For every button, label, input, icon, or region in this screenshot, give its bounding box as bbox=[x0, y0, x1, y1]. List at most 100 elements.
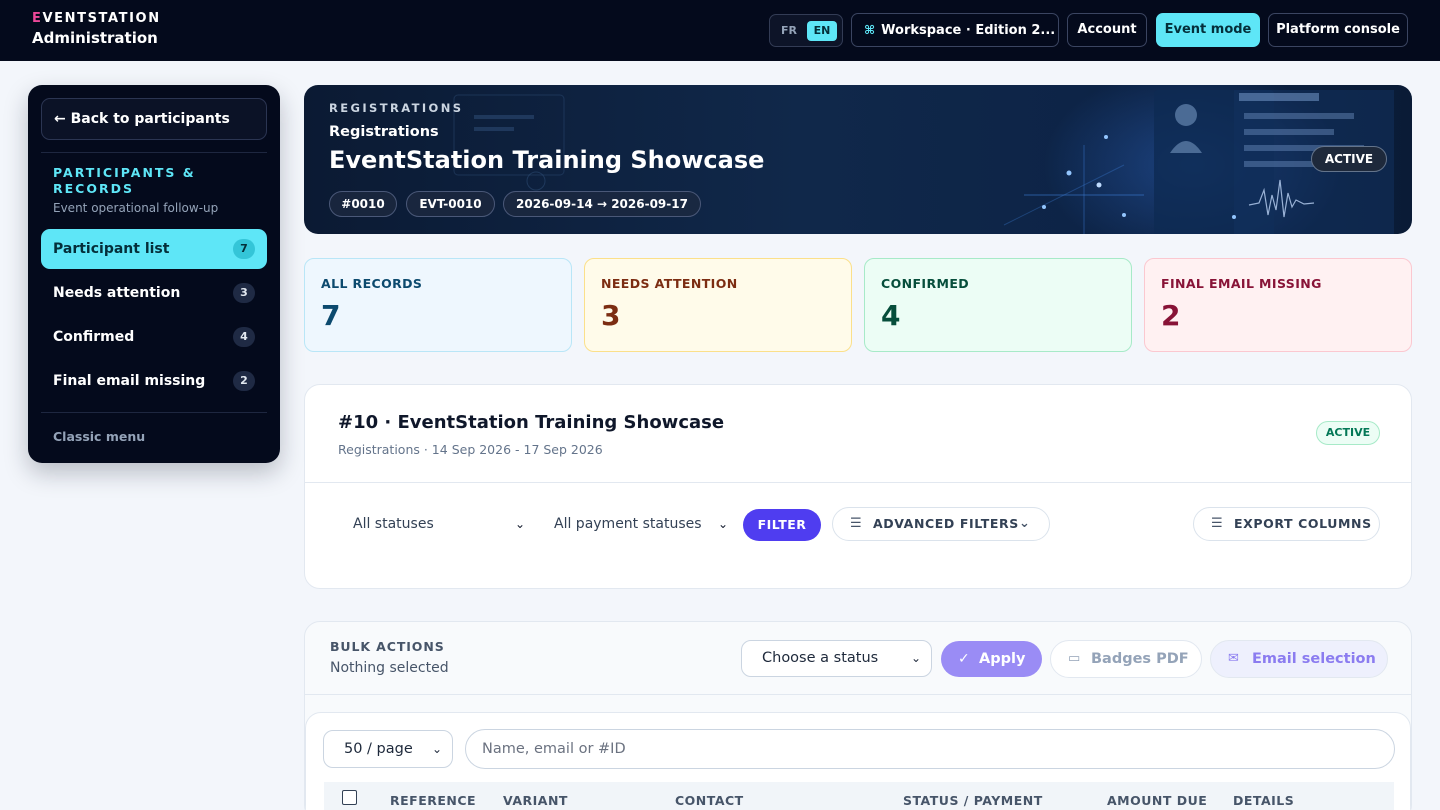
stat-card-final-email-missing[interactable]: FINAL EMAIL MISSING 2 bbox=[1144, 258, 1412, 352]
stat-value: 4 bbox=[881, 299, 901, 332]
account-button[interactable]: Account bbox=[1067, 13, 1147, 47]
advanced-filters-button[interactable]: ☰ ADVANCED FILTERS ⌄ bbox=[832, 507, 1050, 541]
badge-icon: ▭ bbox=[1068, 651, 1081, 666]
brand[interactable]: EVENTSTATION Administration bbox=[32, 11, 161, 49]
sidebar-item-count: 3 bbox=[233, 283, 255, 303]
column-header-amount-due[interactable]: AMOUNT DUE bbox=[1107, 793, 1207, 808]
event-dates-chip: 2026-09-14 → 2026-09-17 bbox=[503, 191, 701, 217]
advanced-filters-label: ADVANCED FILTERS bbox=[873, 516, 1019, 531]
chevron-down-icon: ⌄ bbox=[910, 651, 921, 665]
sidebar-item-label: Confirmed bbox=[53, 329, 135, 345]
per-page-select[interactable]: 50 / page ⌄ bbox=[323, 730, 453, 768]
email-selection-label: Email selection bbox=[1252, 651, 1376, 667]
export-columns-label: EXPORT COLUMNS bbox=[1234, 516, 1372, 531]
classic-menu-link[interactable]: Classic menu bbox=[53, 429, 145, 444]
column-header-reference[interactable]: REFERENCE bbox=[390, 793, 476, 808]
status-select[interactable]: All statuses ⌄ bbox=[353, 511, 525, 537]
lang-fr-button[interactable]: FR bbox=[778, 21, 800, 41]
badges-pdf-button[interactable]: ▭ Badges PDF bbox=[1050, 640, 1202, 678]
back-label: Back to participants bbox=[70, 111, 230, 127]
arrow-left-icon: ← bbox=[54, 111, 66, 127]
column-header-details[interactable]: DETAILS bbox=[1233, 793, 1294, 808]
brand-subtitle: Administration bbox=[32, 29, 158, 47]
sidebar-item-count: 2 bbox=[233, 371, 255, 391]
column-header-contact[interactable]: CONTACT bbox=[675, 793, 744, 808]
workspace-button[interactable]: ⌘ Workspace · Edition 2... bbox=[851, 13, 1059, 47]
stat-label: NEEDS ATTENTION bbox=[601, 276, 738, 291]
command-icon: ⌘ bbox=[864, 23, 876, 37]
event-active-badge: ACTIVE bbox=[1316, 421, 1380, 445]
stat-label: CONFIRMED bbox=[881, 276, 970, 291]
sidebar-item-participant-list[interactable]: Participant list 7 bbox=[41, 229, 267, 269]
lang-en-button[interactable]: EN bbox=[807, 21, 837, 41]
bulk-status-value: Choose a status bbox=[762, 650, 879, 666]
stat-label: FINAL EMAIL MISSING bbox=[1161, 276, 1322, 291]
sidebar-item-needs-attention[interactable]: Needs attention 3 bbox=[41, 273, 267, 313]
stat-card-all-records[interactable]: ALL RECORDS 7 bbox=[304, 258, 572, 352]
bulk-divider bbox=[305, 694, 1411, 695]
mail-icon: ✉ bbox=[1228, 651, 1239, 666]
brand-logo: EVENTSTATION bbox=[32, 11, 161, 26]
event-code-chip: EVT-0010 bbox=[406, 191, 495, 217]
event-panel-title: #10 · EventStation Training Showcase bbox=[338, 412, 725, 433]
bulk-actions-title: BULK ACTIONS bbox=[330, 639, 445, 654]
per-page-value: 50 / page bbox=[344, 741, 413, 757]
workspace-label: Workspace · Edition 2... bbox=[881, 23, 1056, 38]
sidebar-item-final-email-missing[interactable]: Final email missing 2 bbox=[41, 361, 267, 401]
column-header-status-payment[interactable]: STATUS / PAYMENT bbox=[903, 793, 1043, 808]
sidebar-section-subtitle: Event operational follow-up bbox=[53, 201, 219, 215]
event-title: EventStation Training Showcase bbox=[329, 146, 765, 174]
sidebar-item-label: Needs attention bbox=[53, 285, 181, 301]
stat-card-needs-attention[interactable]: NEEDS ATTENTION 3 bbox=[584, 258, 852, 352]
sliders-icon: ☰ bbox=[850, 516, 863, 531]
sidebar-divider bbox=[41, 152, 267, 153]
event-status-badge: ACTIVE bbox=[1311, 146, 1387, 172]
stat-value: 7 bbox=[321, 299, 341, 332]
sidebar-item-confirmed[interactable]: Confirmed 4 bbox=[41, 317, 267, 357]
stat-label: ALL RECORDS bbox=[321, 276, 423, 291]
sidebar-section-title: PARTICIPANTS & RECORDS bbox=[53, 165, 196, 196]
event-filter-panel: #10 · EventStation Training Showcase Reg… bbox=[304, 384, 1412, 589]
bulk-status-select[interactable]: Choose a status ⌄ bbox=[741, 640, 932, 677]
bulk-actions-panel: BULK ACTIONS Nothing selected Choose a s… bbox=[304, 621, 1412, 810]
search-input[interactable] bbox=[465, 729, 1395, 769]
hero-subtitle: Registrations bbox=[329, 124, 439, 140]
sliders-icon: ☰ bbox=[1211, 516, 1224, 531]
event-number-chip: #0010 bbox=[329, 191, 397, 217]
payment-status-select[interactable]: All payment statuses ⌄ bbox=[554, 511, 728, 537]
sidebar-divider bbox=[41, 412, 267, 413]
export-columns-button[interactable]: ☰ EXPORT COLUMNS bbox=[1193, 507, 1380, 541]
platform-console-button[interactable]: Platform console bbox=[1268, 13, 1408, 47]
badges-pdf-label: Badges PDF bbox=[1091, 651, 1189, 667]
column-header-variant[interactable]: VARIANT bbox=[503, 793, 568, 808]
event-panel-subtitle: Registrations · 14 Sep 2026 - 17 Sep 202… bbox=[338, 442, 603, 457]
filter-button[interactable]: FILTER bbox=[743, 509, 821, 541]
sidebar: ← Back to participants PARTICIPANTS & RE… bbox=[28, 85, 280, 463]
sidebar-item-label: Final email missing bbox=[53, 373, 206, 389]
apply-button[interactable]: ✓ Apply bbox=[941, 641, 1042, 677]
chevron-down-icon: ⌄ bbox=[431, 742, 442, 756]
email-selection-button[interactable]: ✉ Email selection bbox=[1210, 640, 1388, 678]
apply-label: Apply bbox=[979, 651, 1026, 667]
bulk-selection-text: Nothing selected bbox=[330, 660, 449, 676]
chevron-down-icon: ⌄ bbox=[514, 517, 525, 531]
participants-table-card: 50 / page ⌄ REFERENCE VARIANT CONTACT ST… bbox=[305, 712, 1411, 810]
check-icon: ✓ bbox=[958, 651, 970, 667]
panel-divider bbox=[305, 482, 1411, 483]
sidebar-item-label: Participant list bbox=[53, 241, 170, 257]
event-hero-banner: REGISTRATIONS Registrations EventStation… bbox=[304, 85, 1412, 234]
sidebar-item-count: 7 bbox=[233, 239, 255, 259]
stat-value: 2 bbox=[1161, 299, 1181, 332]
hero-kicker: REGISTRATIONS bbox=[329, 101, 464, 115]
language-switch: FR EN bbox=[769, 14, 843, 47]
event-mode-button[interactable]: Event mode bbox=[1156, 13, 1260, 47]
sidebar-item-count: 4 bbox=[233, 327, 255, 347]
table-header: REFERENCE VARIANT CONTACT STATUS / PAYME… bbox=[324, 782, 1394, 810]
top-bar: EVENTSTATION Administration FR EN ⌘ Works… bbox=[0, 0, 1440, 61]
payment-select-value: All payment statuses bbox=[554, 516, 702, 532]
status-select-value: All statuses bbox=[353, 516, 434, 532]
stat-value: 3 bbox=[601, 299, 621, 332]
back-to-participants-button[interactable]: ← Back to participants bbox=[41, 98, 267, 140]
stat-card-confirmed[interactable]: CONFIRMED 4 bbox=[864, 258, 1132, 352]
select-all-checkbox[interactable] bbox=[342, 790, 357, 805]
